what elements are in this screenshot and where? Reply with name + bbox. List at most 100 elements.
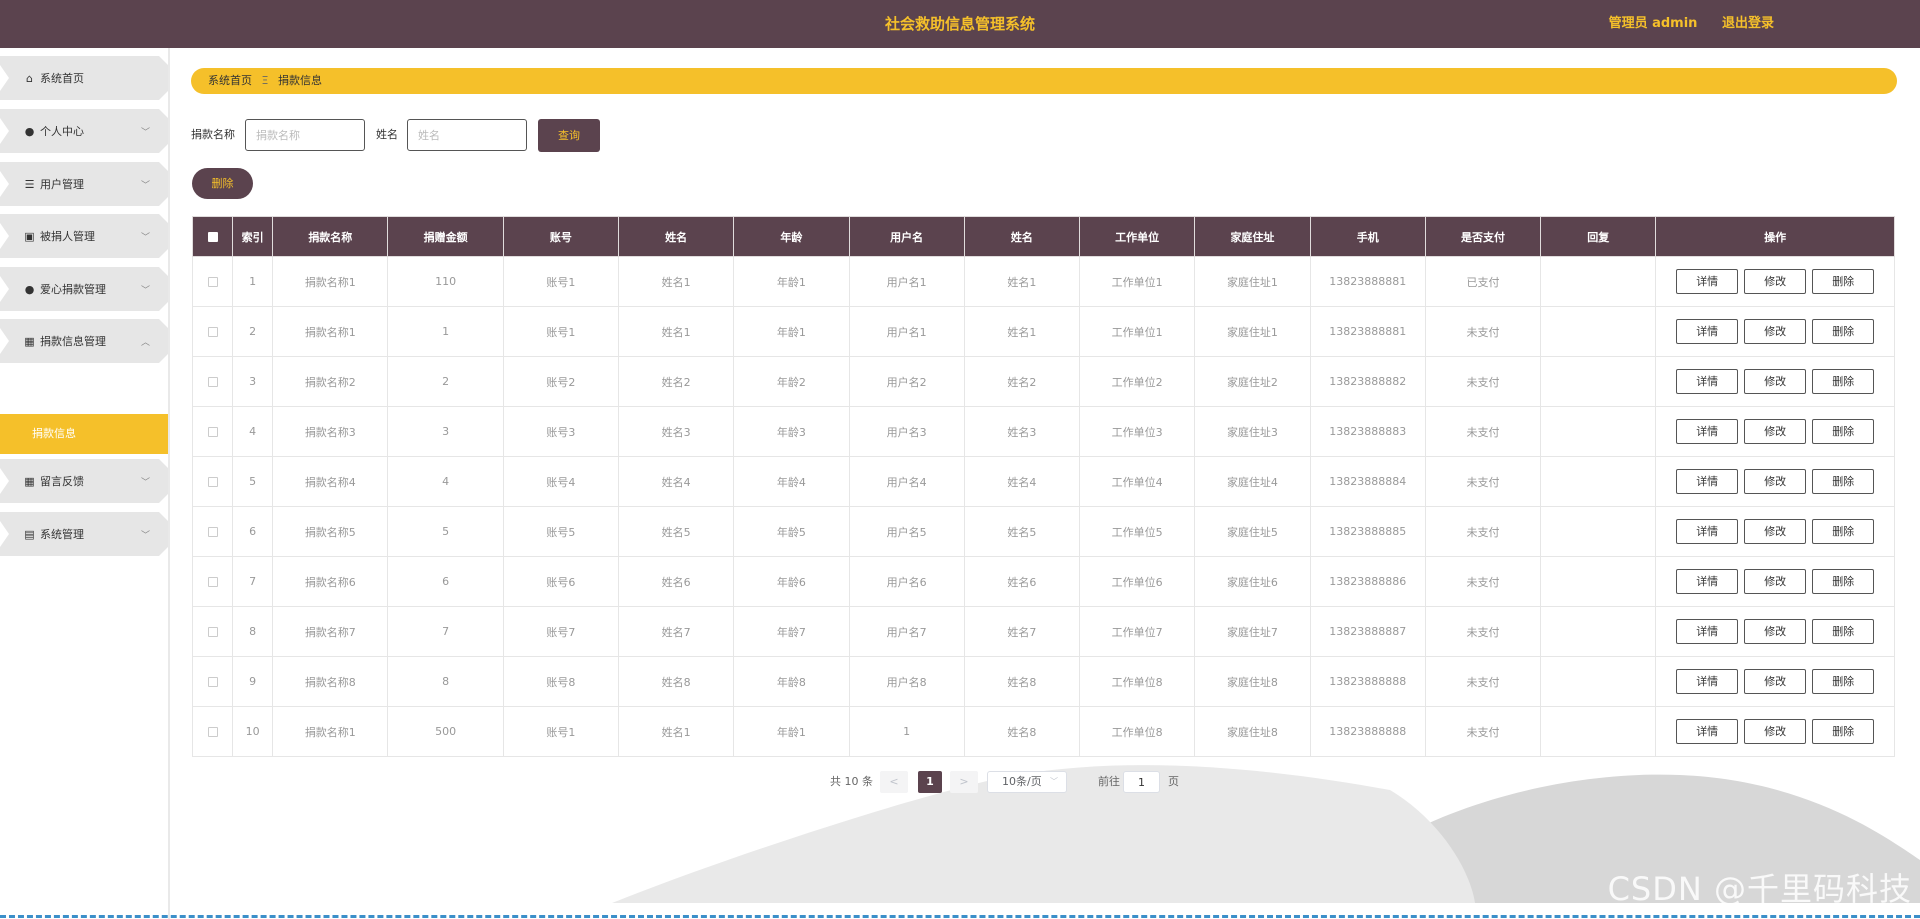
table-cell: 姓名6 — [617, 556, 735, 607]
home-icon: ⌂ — [26, 71, 33, 85]
table-cell: 年龄8 — [733, 656, 850, 707]
row-checkbox[interactable] — [207, 727, 218, 737]
table-cell: 账号5 — [502, 506, 619, 557]
sidebar-item-personal-center[interactable]: ● 个人中心 ﹀ — [0, 109, 168, 153]
delete-button[interactable]: 删除 — [1812, 669, 1875, 694]
edit-button[interactable]: 修改 — [1744, 719, 1807, 744]
delete-button[interactable]: 删除 — [1812, 569, 1875, 594]
breadcrumb-home[interactable]: 系统首页 — [208, 74, 252, 87]
detail-button[interactable]: 详情 — [1676, 419, 1739, 444]
row-checkbox[interactable] — [207, 627, 218, 637]
table-cell: 1 — [232, 256, 274, 307]
delete-button[interactable]: 删除 — [1812, 369, 1875, 394]
row-select-cell — [191, 706, 234, 757]
table-cell: 5 — [387, 506, 504, 557]
next-page-button[interactable]: > — [950, 771, 978, 793]
edit-button[interactable]: 修改 — [1744, 419, 1807, 444]
batch-delete-button[interactable]: 删除 — [192, 168, 253, 199]
detail-button[interactable]: 详情 — [1676, 519, 1739, 544]
detail-button[interactable]: 详情 — [1676, 719, 1739, 744]
edit-button[interactable]: 修改 — [1744, 569, 1807, 594]
edit-button[interactable]: 修改 — [1744, 319, 1807, 344]
table-cell: 1 — [387, 306, 504, 357]
table-cell: 账号1 — [502, 706, 619, 757]
row-checkbox[interactable] — [207, 677, 218, 687]
sidebar-item-donation-info-management[interactable]: ▦ 捐款信息管理 ︿ — [0, 319, 168, 363]
delete-button[interactable]: 删除 — [1812, 269, 1875, 294]
delete-button[interactable]: 删除 — [1812, 519, 1875, 544]
detail-button[interactable]: 详情 — [1676, 369, 1739, 394]
table-cell: 用户名8 — [848, 656, 965, 707]
name-input[interactable] — [407, 119, 527, 151]
column-header: 捐款名称 — [272, 216, 389, 257]
row-checkbox[interactable] — [207, 327, 218, 337]
table-cell: 8 — [387, 656, 504, 707]
sidebar-subitem-donation-info[interactable]: 捐款信息 — [0, 414, 168, 454]
table-cell: 未支付 — [1424, 406, 1542, 457]
sidebar-item-home[interactable]: ⌂ 系统首页 — [0, 56, 168, 100]
query-button[interactable]: 查询 — [538, 119, 600, 152]
table-cell: 家庭住址1 — [1194, 256, 1311, 307]
edit-button[interactable]: 修改 — [1744, 519, 1807, 544]
goto-label: 前往 — [1098, 775, 1120, 788]
table-cell: 家庭住址1 — [1194, 306, 1311, 357]
table-cell: 工作单位1 — [1079, 306, 1196, 357]
delete-button[interactable]: 删除 — [1812, 719, 1875, 744]
sidebar-item-recipient-management[interactable]: ▣ 被捐人管理 ﹀ — [0, 214, 168, 258]
row-checkbox[interactable] — [207, 277, 218, 287]
detail-button[interactable]: 详情 — [1676, 669, 1739, 694]
detail-button[interactable]: 详情 — [1676, 619, 1739, 644]
delete-button[interactable]: 删除 — [1812, 419, 1875, 444]
table-cell: 13823888887 — [1309, 606, 1426, 657]
edit-button[interactable]: 修改 — [1744, 669, 1807, 694]
sidebar-item-user-management[interactable]: ☰ 用户管理 ﹀ — [0, 162, 168, 206]
table-cell: 姓名1 — [617, 306, 735, 357]
table-cell: 工作单位8 — [1079, 656, 1196, 707]
delete-button[interactable]: 删除 — [1812, 319, 1875, 344]
chevron-down-icon: ﹀ — [140, 285, 150, 296]
page-size-select[interactable]: 10条/页 ﹀ — [987, 771, 1067, 793]
table-row: 9 捐款名称8 8 账号8 姓名8 年龄8 用户名8 姓名8 工作单位8 家庭住址8 1382388… — [191, 656, 1895, 707]
goto-page-input[interactable] — [1123, 771, 1160, 793]
table-cell: 3 — [232, 356, 274, 407]
donation-name-input[interactable] — [245, 119, 365, 151]
column-header: 家庭住址 — [1194, 216, 1311, 257]
detail-button[interactable]: 详情 — [1676, 569, 1739, 594]
row-checkbox[interactable] — [207, 427, 218, 437]
table-cell: 账号1 — [502, 306, 619, 357]
detail-button[interactable]: 详情 — [1676, 319, 1739, 344]
page-number-1[interactable]: 1 — [918, 771, 942, 793]
sidebar-item-system-management[interactable]: ▤ 系统管理 ﹀ — [0, 512, 168, 556]
logout-link[interactable]: 退出登录 — [1722, 16, 1774, 31]
row-select-cell — [191, 356, 234, 407]
table-cell: 年龄2 — [733, 356, 850, 407]
column-header: 用户名 — [848, 216, 965, 257]
row-checkbox[interactable] — [207, 527, 218, 537]
delete-button[interactable]: 删除 — [1812, 469, 1875, 494]
row-checkbox[interactable] — [207, 577, 218, 587]
table-cell: 年龄7 — [733, 606, 850, 657]
table-cell: 姓名8 — [963, 706, 1081, 757]
edit-button[interactable]: 修改 — [1744, 269, 1807, 294]
sidebar-item-charity-donation-management[interactable]: ● 爱心捐款管理 ﹀ — [0, 267, 168, 311]
table-cell — [1540, 306, 1657, 357]
detail-button[interactable]: 详情 — [1676, 269, 1739, 294]
prev-page-button[interactable]: < — [880, 771, 908, 793]
row-checkbox[interactable] — [207, 377, 218, 387]
detail-button[interactable]: 详情 — [1676, 469, 1739, 494]
table-cell: 年龄6 — [733, 556, 850, 607]
table-cell: 未支付 — [1424, 606, 1542, 657]
edit-button[interactable]: 修改 — [1744, 619, 1807, 644]
select-all-checkbox[interactable] — [207, 232, 218, 242]
admin-user-label[interactable]: 管理员 admin — [1609, 16, 1698, 31]
table-cell: 捐款名称4 — [272, 456, 389, 507]
table-row: 5 捐款名称4 4 账号4 姓名4 年龄4 用户名4 姓名4 工作单位4 家庭住址4 1382388… — [191, 456, 1895, 507]
delete-button[interactable]: 删除 — [1812, 619, 1875, 644]
edit-button[interactable]: 修改 — [1744, 369, 1807, 394]
table-cell: 年龄1 — [733, 256, 850, 307]
grid-icon: ▦ — [24, 334, 35, 348]
table-cell: 姓名2 — [963, 356, 1081, 407]
row-checkbox[interactable] — [207, 477, 218, 487]
edit-button[interactable]: 修改 — [1744, 469, 1807, 494]
sidebar-item-feedback[interactable]: ▦ 留言反馈 ﹀ — [0, 459, 168, 503]
